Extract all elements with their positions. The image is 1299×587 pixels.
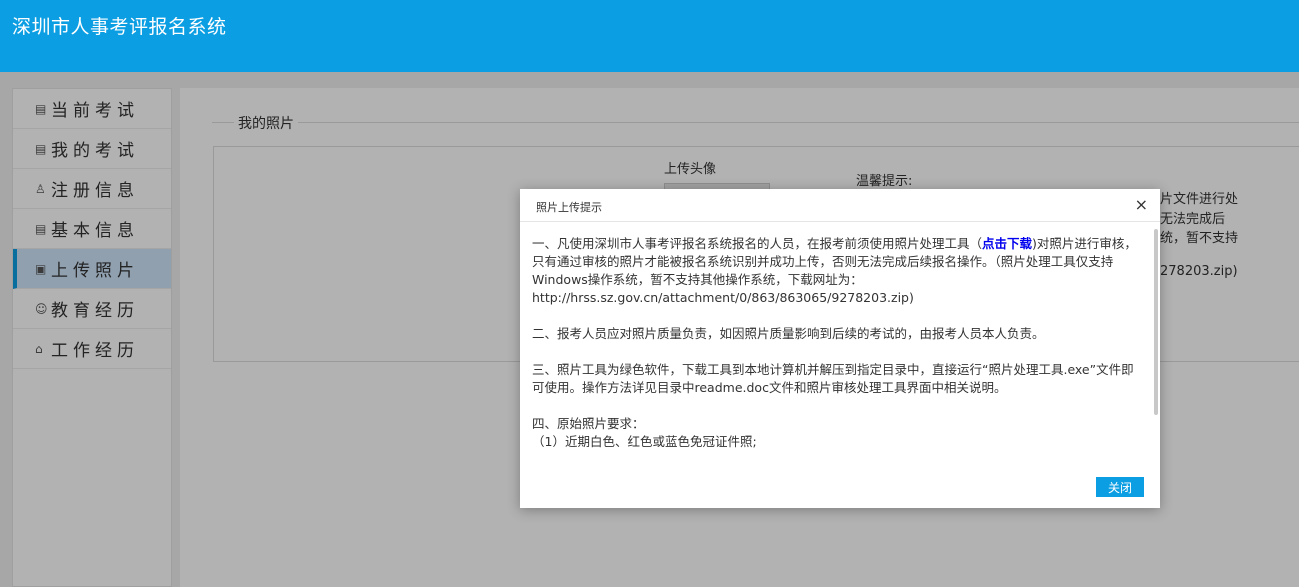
- instruction-paragraph: 三、照片工具为绿色软件，下载工具到本地计算机并解压到指定目录中，直接运行“照片处…: [532, 362, 1134, 395]
- dialog-body: 一、凡使用深圳市人事考评报名系统报名的人员，在报考前须使用照片处理工具（点击下载…: [520, 223, 1160, 463]
- download-link[interactable]: 点击下载: [982, 236, 1032, 251]
- instruction-paragraph: 二、报考人员应对照片质量负责，如因照片质量影响到后续的考试的，由报考人员本人负责…: [532, 326, 1045, 341]
- close-button[interactable]: 关闭: [1096, 477, 1144, 497]
- dialog-scrollbar[interactable]: [1154, 229, 1158, 415]
- app-title: 深圳市人事考评报名系统: [12, 16, 227, 38]
- instruction-paragraph: 一、凡使用深圳市人事考评报名系统报名的人员，在报考前须使用照片处理工具（点击下载…: [532, 235, 1138, 307]
- app-header: 深圳市人事考评报名系统: [0, 0, 1299, 72]
- requirement-item: （1）近期白色、红色或蓝色免冠证件照;: [532, 434, 757, 449]
- photo-upload-dialog: 照片上传提示 × 一、凡使用深圳市人事考评报名系统报名的人员，在报考前须使用照片…: [520, 189, 1160, 508]
- close-icon[interactable]: ×: [1135, 195, 1148, 214]
- paragraph-text: 一、凡使用深圳市人事考评报名系统报名的人员，在报考前须使用照片处理工具（: [532, 236, 983, 251]
- dialog-header: 照片上传提示 ×: [520, 189, 1160, 222]
- dialog-title: 照片上传提示: [536, 201, 602, 214]
- requirements-title: 四、原始照片要求：: [532, 416, 645, 431]
